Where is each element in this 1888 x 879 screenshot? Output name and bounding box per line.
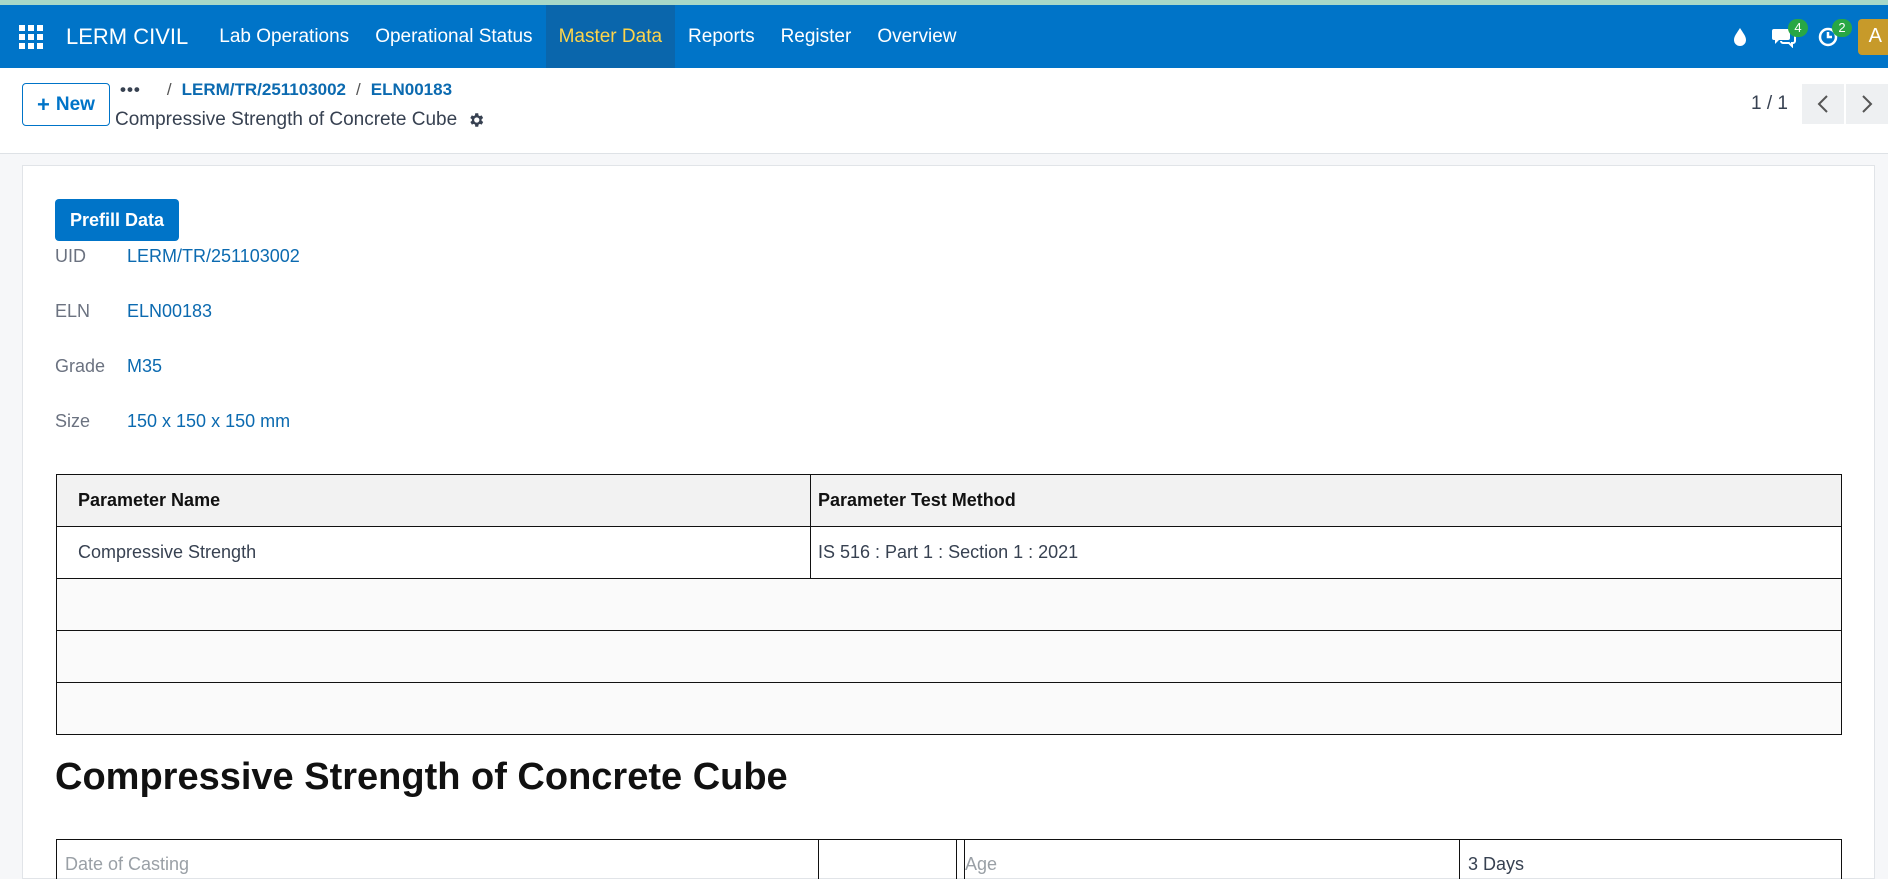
pager: 1 / 1: [1751, 84, 1888, 124]
breadcrumb-more-icon[interactable]: •••: [120, 80, 141, 100]
nav-item-overview[interactable]: Overview: [864, 5, 969, 68]
top-navbar: LERM CIVIL Lab Operations Operational St…: [0, 5, 1888, 68]
form-sheet: Prefill Data UID LERM/TR/251103002 ELN E…: [22, 165, 1875, 879]
nav-item-reports[interactable]: Reports: [675, 5, 768, 68]
user-avatar[interactable]: A: [1858, 18, 1888, 55]
new-button-label: New: [55, 93, 95, 115]
breadcrumb-item-eln[interactable]: ELN00183: [371, 80, 452, 100]
chevron-left-icon: [1817, 95, 1828, 113]
age-table: Age 3 Days: [956, 839, 1842, 879]
field-label-size: Size: [55, 411, 91, 431]
systray: 4 2 A: [1718, 5, 1888, 68]
field-label-uid: UID: [55, 246, 86, 266]
age-label: Age: [956, 839, 1460, 879]
breadcrumb-separator: /: [356, 80, 361, 99]
apps-grid-icon: [19, 24, 43, 49]
messages-button[interactable]: 4: [1762, 5, 1808, 68]
breadcrumb-separator: /: [166, 80, 172, 99]
debug-button[interactable]: [1718, 5, 1762, 68]
field-value-grade[interactable]: M35: [127, 356, 162, 377]
age-value[interactable]: 3 Days: [1459, 839, 1842, 879]
table-row[interactable]: Compressive Strength IS 516 : Part 1 : S…: [56, 526, 1842, 579]
field-value-eln[interactable]: ELN00183: [127, 301, 212, 322]
app-menu-button[interactable]: [0, 5, 62, 68]
nav-item-master-data[interactable]: Master Data: [545, 5, 676, 68]
date-of-casting-input[interactable]: [818, 839, 965, 879]
messages-badge: 4: [1788, 19, 1808, 37]
nav-item-operational-status[interactable]: Operational Status: [362, 5, 545, 68]
chevron-right-icon: [1862, 95, 1873, 113]
parameter-table: Parameter Name Parameter Test Method Com…: [56, 474, 1842, 735]
nav-item-register[interactable]: Register: [768, 5, 865, 68]
breadcrumb: ••• / LERM/TR/251103002 / ELN00183: [120, 80, 452, 100]
record-title: Compressive Strength of Concrete Cube: [115, 109, 458, 130]
table-row-empty: [56, 682, 1842, 735]
field-size: Size 150 x 150 x 150 mm: [55, 411, 290, 432]
field-value-size[interactable]: 150 x 150 x 150 mm: [127, 411, 290, 432]
pager-next-button[interactable]: [1846, 84, 1888, 124]
gear-icon[interactable]: [467, 111, 485, 129]
plus-icon: +: [37, 91, 50, 117]
activities-button[interactable]: 2: [1806, 5, 1852, 68]
nav-item-lab-operations[interactable]: Lab Operations: [206, 5, 362, 68]
prefill-data-button[interactable]: Prefill Data: [55, 199, 179, 241]
date-of-casting-label: Date of Casting: [56, 839, 819, 879]
droplet-icon: [1734, 27, 1746, 46]
activities-badge: 2: [1832, 19, 1852, 37]
app-brand[interactable]: LERM CIVIL: [62, 24, 192, 50]
section-title: Compressive Strength of Concrete Cube: [55, 756, 788, 798]
field-eln: ELN ELN00183: [55, 301, 212, 322]
control-panel: + New ••• / LERM/TR/251103002 / ELN00183…: [0, 68, 1888, 154]
field-label-grade: Grade: [55, 356, 106, 376]
pager-previous-button[interactable]: [1802, 84, 1844, 124]
new-button[interactable]: + New: [22, 83, 110, 126]
field-uid: UID LERM/TR/251103002: [55, 246, 300, 267]
column-header-parameter-test-method: Parameter Test Method: [810, 474, 1842, 527]
field-grade: Grade M35: [55, 356, 162, 377]
cell-parameter-name: Compressive Strength: [56, 526, 811, 579]
field-label-eln: ELN: [55, 301, 91, 321]
cell-parameter-test-method: IS 516 : Part 1 : Section 1 : 2021: [810, 526, 1842, 579]
record-title-row: Compressive Strength of Concrete Cube: [115, 109, 485, 131]
breadcrumb-item-uid[interactable]: LERM/TR/251103002: [182, 80, 346, 100]
table-row-empty: [56, 578, 1842, 631]
pager-value[interactable]: 1 / 1: [1751, 93, 1788, 115]
column-header-parameter-name: Parameter Name: [56, 474, 811, 527]
table-row-empty: [56, 630, 1842, 683]
table-header-row: Parameter Name Parameter Test Method: [56, 474, 1842, 527]
date-of-casting-table: Date of Casting: [56, 839, 965, 879]
field-value-uid[interactable]: LERM/TR/251103002: [127, 246, 300, 267]
